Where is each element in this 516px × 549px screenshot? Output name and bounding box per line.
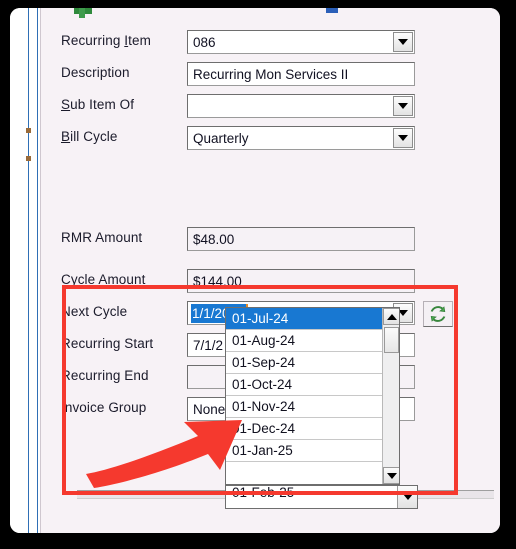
input-bill-cycle[interactable]: Quarterly <box>187 126 415 150</box>
dropdown-scrollbar[interactable] <box>382 308 399 484</box>
form-row-sub-item-of: Sub Item Of <box>41 94 500 120</box>
dropdown-item[interactable]: 01-Jan-25 <box>226 440 399 462</box>
label-recurring-end: Recurring End <box>61 368 149 383</box>
input-description[interactable]: Recurring Mon Services II <box>187 62 415 86</box>
application-window: Recurring Item 086 Description Recurring… <box>10 8 500 533</box>
gutter-rule-right <box>37 8 38 533</box>
refresh-button[interactable] <box>423 301 453 327</box>
label-rmr-amount: RMR Amount <box>61 230 143 245</box>
dropdown-arrow-recurring-item[interactable] <box>393 32 413 52</box>
value-recurring-start: 7/1/2 <box>193 338 224 353</box>
left-panel-gutter <box>10 8 40 533</box>
arrow-up-icon <box>386 313 397 320</box>
next-cycle-dropdown-list[interactable]: 01-Jul-24 01-Aug-24 01-Sep-24 01-Oct-24 … <box>225 307 400 485</box>
scrollbar-up-button[interactable] <box>383 308 399 325</box>
label-description: Description <box>61 65 130 80</box>
value-invoice-group: None <box>193 402 226 417</box>
dropdown-item[interactable]: 01-Oct-24 <box>226 374 399 396</box>
value-bill-cycle: Quarterly <box>193 131 249 146</box>
gutter-rule-left <box>28 8 29 533</box>
value-rmr-amount: $48.00 <box>193 232 235 247</box>
form-row-recurring-item: Recurring Item 086 <box>41 30 500 56</box>
recurring-item-form: Recurring Item 086 Description Recurring… <box>40 8 500 533</box>
label-sub-item-of: Sub Item Of <box>61 97 135 112</box>
dropdown-item[interactable]: 01-Sep-24 <box>226 352 399 374</box>
dropdown-item[interactable]: 01-Dec-24 <box>226 418 399 440</box>
label-bill-cycle: Bill Cycle <box>61 129 118 144</box>
input-sub-item-of[interactable] <box>187 94 415 118</box>
dropdown-item[interactable]: 01-Aug-24 <box>226 330 399 352</box>
form-row-rmr-amount: RMR Amount $48.00 <box>41 227 500 253</box>
dropdown-arrow-bill-cycle[interactable] <box>393 128 413 148</box>
value-cycle-amount: $144.00 <box>193 274 242 289</box>
input-cycle-amount: $144.00 <box>187 269 415 293</box>
dropdown-item-partial-label: 01-Feb-25 <box>232 485 295 500</box>
label-cycle-amount: Cycle Amount <box>61 272 146 287</box>
cutoff-toolbar-fragment-green-2 <box>79 8 85 18</box>
value-recurring-item: 086 <box>193 35 216 50</box>
scrollbar-thumb[interactable] <box>384 327 399 353</box>
value-description: Recurring Mon Services II <box>193 67 349 82</box>
chevron-down-icon <box>402 494 413 500</box>
label-recurring-item: Recurring Item <box>61 33 151 48</box>
arrow-down-icon <box>386 472 397 479</box>
label-recurring-start: Recurring Start <box>61 336 154 351</box>
gutter-tick-1 <box>26 128 31 133</box>
dropdown-item-partial[interactable]: 01-Feb-25 <box>225 485 418 509</box>
dropdown-item[interactable]: 01-Jul-24 <box>226 308 399 330</box>
label-invoice-group: Invoice Group <box>61 400 147 415</box>
cutoff-toolbar-fragment-blue <box>326 8 338 13</box>
chevron-down-icon <box>398 135 408 141</box>
chevron-down-icon <box>398 39 408 45</box>
dropdown-item[interactable]: 01-Nov-24 <box>226 396 399 418</box>
scrollbar-down-button[interactable] <box>383 467 399 484</box>
input-recurring-item[interactable]: 086 <box>187 30 415 54</box>
form-row-description: Description Recurring Mon Services II <box>41 62 500 88</box>
dropdown-arrow-sub-item-of[interactable] <box>393 96 413 116</box>
dropdown-arrow-partial[interactable] <box>397 486 417 508</box>
form-row-cycle-amount: Cycle Amount $144.00 <box>41 269 500 295</box>
form-row-bill-cycle: Bill Cycle Quarterly <box>41 126 500 152</box>
screenshot-root: Recurring Item 086 Description Recurring… <box>0 0 516 549</box>
label-next-cycle: Next Cycle <box>61 304 128 319</box>
refresh-icon <box>430 306 446 322</box>
chevron-down-icon <box>398 103 408 109</box>
gutter-tick-2 <box>26 156 31 161</box>
input-rmr-amount: $48.00 <box>187 227 415 251</box>
